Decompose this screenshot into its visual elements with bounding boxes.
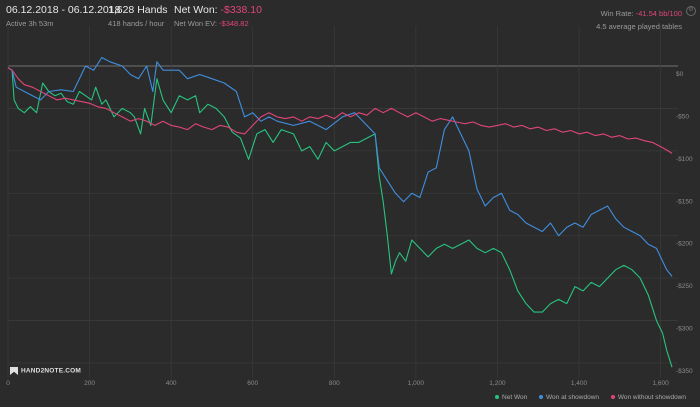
y-tick-label: -$200 xyxy=(676,241,693,248)
legend-item-net-won[interactable]: Net Won xyxy=(495,394,527,401)
chart-legend: Net Won Won at showdown Won without show… xyxy=(485,394,686,401)
y-axis-ticks: $0 -$50 -$100 -$150 -$200 -$250 -$300 -$350 xyxy=(676,71,693,375)
x-tick-label: 400 xyxy=(166,380,177,387)
y-tick-label: -$350 xyxy=(676,368,693,375)
y-tick-label: -$50 xyxy=(676,113,689,120)
y-tick-label: $0 xyxy=(676,71,684,78)
x-tick-label: 1,000 xyxy=(408,380,425,387)
legend-item-non-showdown[interactable]: Won without showdown xyxy=(610,394,686,401)
legend-label-net-won: Net Won xyxy=(502,394,528,401)
brand-logo: HAND2NOTE.COM xyxy=(10,367,81,375)
series-line-won-without-showdown xyxy=(7,67,673,154)
legend-item-showdown[interactable]: Won at showdown xyxy=(539,394,599,401)
x-tick-label: 1,200 xyxy=(489,380,506,387)
x-tick-label: 200 xyxy=(84,380,95,387)
x-tick-label: 600 xyxy=(247,380,258,387)
legend-dot-net-won xyxy=(495,395,500,400)
y-tick-label: -$150 xyxy=(676,198,693,205)
legend-dot-non-showdown xyxy=(610,395,615,400)
y-tick-label: -$100 xyxy=(676,156,693,163)
series-line-won-at-showdown xyxy=(7,56,673,277)
x-tick-label: 800 xyxy=(329,380,340,387)
profit-chart: $0 -$50 -$100 -$150 -$200 -$250 -$300 -$350 0 20… xyxy=(6,26,693,387)
series-line-net-won xyxy=(7,67,673,368)
y-tick-label: -$300 xyxy=(676,326,693,333)
legend-dot-showdown xyxy=(539,395,544,400)
x-tick-label: 1,400 xyxy=(571,380,588,387)
brand-logo-icon xyxy=(10,367,18,375)
grid-lines xyxy=(7,26,678,378)
x-tick-label: 1,600 xyxy=(652,380,669,387)
x-axis-ticks: 0 200 400 600 800 1,000 1,200 1,400 1,600 xyxy=(6,380,669,387)
legend-label-showdown: Won at showdown xyxy=(546,394,600,401)
legend-label-non-showdown: Won without showdown xyxy=(617,394,686,401)
y-tick-label: -$250 xyxy=(676,283,693,290)
brand-logo-text: HAND2NOTE.COM xyxy=(21,367,82,375)
x-tick-label: 0 xyxy=(6,380,10,387)
